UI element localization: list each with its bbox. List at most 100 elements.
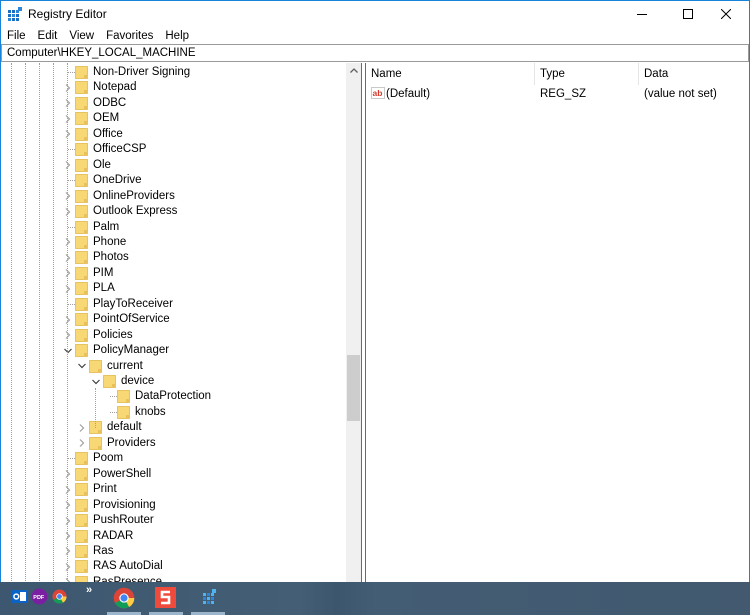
tree-item-label: Poom xyxy=(93,452,124,465)
tree-item[interactable]: PIM xyxy=(1,266,346,281)
scroll-up-button[interactable] xyxy=(346,63,361,78)
svg-text:ab: ab xyxy=(373,88,383,98)
tree-item[interactable]: PushRouter xyxy=(1,513,346,528)
folder-icon xyxy=(117,390,130,404)
close-button[interactable] xyxy=(703,1,749,27)
tree-scrollbar[interactable] xyxy=(346,63,361,583)
tree-item[interactable]: Provisioning xyxy=(1,498,346,513)
value-row[interactable]: ab (Default) REG_SZ (value not set) xyxy=(366,86,749,102)
menu-help[interactable]: Help xyxy=(159,27,195,45)
minimize-button[interactable] xyxy=(619,1,665,27)
tree-item[interactable]: Ras xyxy=(1,544,346,559)
menu-favorites[interactable]: Favorites xyxy=(100,27,159,45)
tree-item[interactable]: PowerShell xyxy=(1,467,346,482)
close-icon xyxy=(721,9,731,19)
menu-bar: File Edit View Favorites Help xyxy=(1,27,749,45)
tree-item[interactable]: DataProtection xyxy=(1,389,346,404)
folder-icon xyxy=(75,328,88,342)
folder-icon xyxy=(89,436,102,450)
chevron-down-icon[interactable] xyxy=(77,360,86,373)
tree-item[interactable]: Poom xyxy=(1,451,346,466)
tree-item-label: Phone xyxy=(93,235,127,248)
folder-icon xyxy=(75,313,88,327)
overflow-chevron-icon[interactable]: » xyxy=(86,584,92,596)
menu-view[interactable]: View xyxy=(63,27,100,45)
tree-item-label: PIM xyxy=(93,266,114,279)
tree-item[interactable]: Office xyxy=(1,127,346,142)
tree-item[interactable]: PointOfService xyxy=(1,312,346,327)
scroll-thumb[interactable] xyxy=(347,355,360,421)
tree-item[interactable]: Phone xyxy=(1,235,346,250)
tree-item[interactable]: OnlineProviders xyxy=(1,189,346,204)
registry-editor-taskbar-icon[interactable] xyxy=(200,588,218,608)
tree-item-label: ODBC xyxy=(93,96,127,109)
tree-item[interactable]: knobs xyxy=(1,405,346,420)
tree-item[interactable]: Photos xyxy=(1,250,346,265)
folder-icon xyxy=(75,467,88,481)
tree-item-label: Ole xyxy=(93,158,111,171)
address-bar[interactable]: Computer\HKEY_LOCAL_MACHINE xyxy=(1,44,749,62)
snagit-icon[interactable] xyxy=(155,587,176,608)
folder-icon xyxy=(75,560,88,574)
folder-icon xyxy=(75,266,88,280)
tree-item[interactable]: OEM xyxy=(1,111,346,126)
tree-item[interactable]: PolicyManager xyxy=(1,343,346,358)
tree-item-label: Office xyxy=(93,127,123,140)
tree-item[interactable]: Ole xyxy=(1,158,346,173)
tree-item[interactable]: ODBC xyxy=(1,96,346,111)
folder-icon xyxy=(75,127,88,141)
svg-text:PDF: PDF xyxy=(33,595,45,601)
value-name: (Default) xyxy=(386,88,431,100)
tree-item[interactable]: Notepad xyxy=(1,80,346,95)
tree-item-label: Providers xyxy=(107,436,156,449)
tree-item[interactable]: Palm xyxy=(1,220,346,235)
chrome-icon[interactable] xyxy=(113,587,135,609)
outlook-icon[interactable] xyxy=(12,589,27,604)
tree-item-label: PLA xyxy=(93,282,115,295)
tree-item[interactable]: Providers xyxy=(1,436,346,451)
pdf-icon[interactable]: PDF xyxy=(31,588,48,605)
value-type: REG_SZ xyxy=(540,88,587,100)
tree-item[interactable]: RADAR xyxy=(1,529,346,544)
folder-icon xyxy=(75,66,88,79)
tree-item-label: Palm xyxy=(93,220,120,233)
tree-item-label: Print xyxy=(93,483,117,496)
column-header-type[interactable]: Type xyxy=(535,63,639,85)
chevron-right-icon[interactable] xyxy=(77,421,86,434)
chrome-small-icon[interactable] xyxy=(52,589,67,604)
folder-icon xyxy=(75,514,88,527)
tree-connector xyxy=(68,149,75,151)
menu-file[interactable]: File xyxy=(1,27,32,45)
tree-item[interactable]: default xyxy=(1,420,346,435)
registry-key-tree[interactable]: Non-Driver Signing Notepad ODBC OEM Office Of… xyxy=(1,63,346,583)
value-data: (value not set) xyxy=(644,88,717,100)
folder-icon xyxy=(75,205,88,218)
registry-editor-app-icon xyxy=(8,7,22,21)
tree-item[interactable]: Print xyxy=(1,482,346,497)
tree-item[interactable]: OneDrive xyxy=(1,173,346,188)
tree-item[interactable]: PlayToReceiver xyxy=(1,297,346,312)
tree-item[interactable]: device xyxy=(1,374,346,389)
tree-item[interactable]: Outlook Express xyxy=(1,204,346,219)
values-list[interactable]: Name Type Data ab (Default) REG_SZ (valu… xyxy=(366,63,749,583)
tree-item[interactable]: RAS AutoDial xyxy=(1,559,346,574)
menu-edit[interactable]: Edit xyxy=(32,27,64,45)
tree-item[interactable]: Policies xyxy=(1,328,346,343)
tree-item[interactable]: current xyxy=(1,359,346,374)
tree-connector xyxy=(68,180,75,182)
chevron-down-icon[interactable] xyxy=(91,375,100,388)
title-bar[interactable]: Registry Editor xyxy=(1,1,749,27)
chevron-right-icon[interactable] xyxy=(77,437,86,450)
column-header-data[interactable]: Data xyxy=(639,63,749,85)
tree-connector xyxy=(68,226,75,228)
tree-item-label: Ras xyxy=(93,544,114,557)
tree-item-label: OfficeCSP xyxy=(93,143,147,156)
tree-item[interactable]: PLA xyxy=(1,281,346,296)
tree-connector xyxy=(110,396,117,398)
folder-icon xyxy=(75,112,88,126)
tree-item[interactable]: OfficeCSP xyxy=(1,142,346,157)
column-header-name[interactable]: Name xyxy=(366,63,535,85)
tree-item[interactable]: Non-Driver Signing xyxy=(1,65,346,80)
tree-item-label: device xyxy=(121,375,155,387)
tree-item-label: PlayToReceiver xyxy=(93,297,173,310)
